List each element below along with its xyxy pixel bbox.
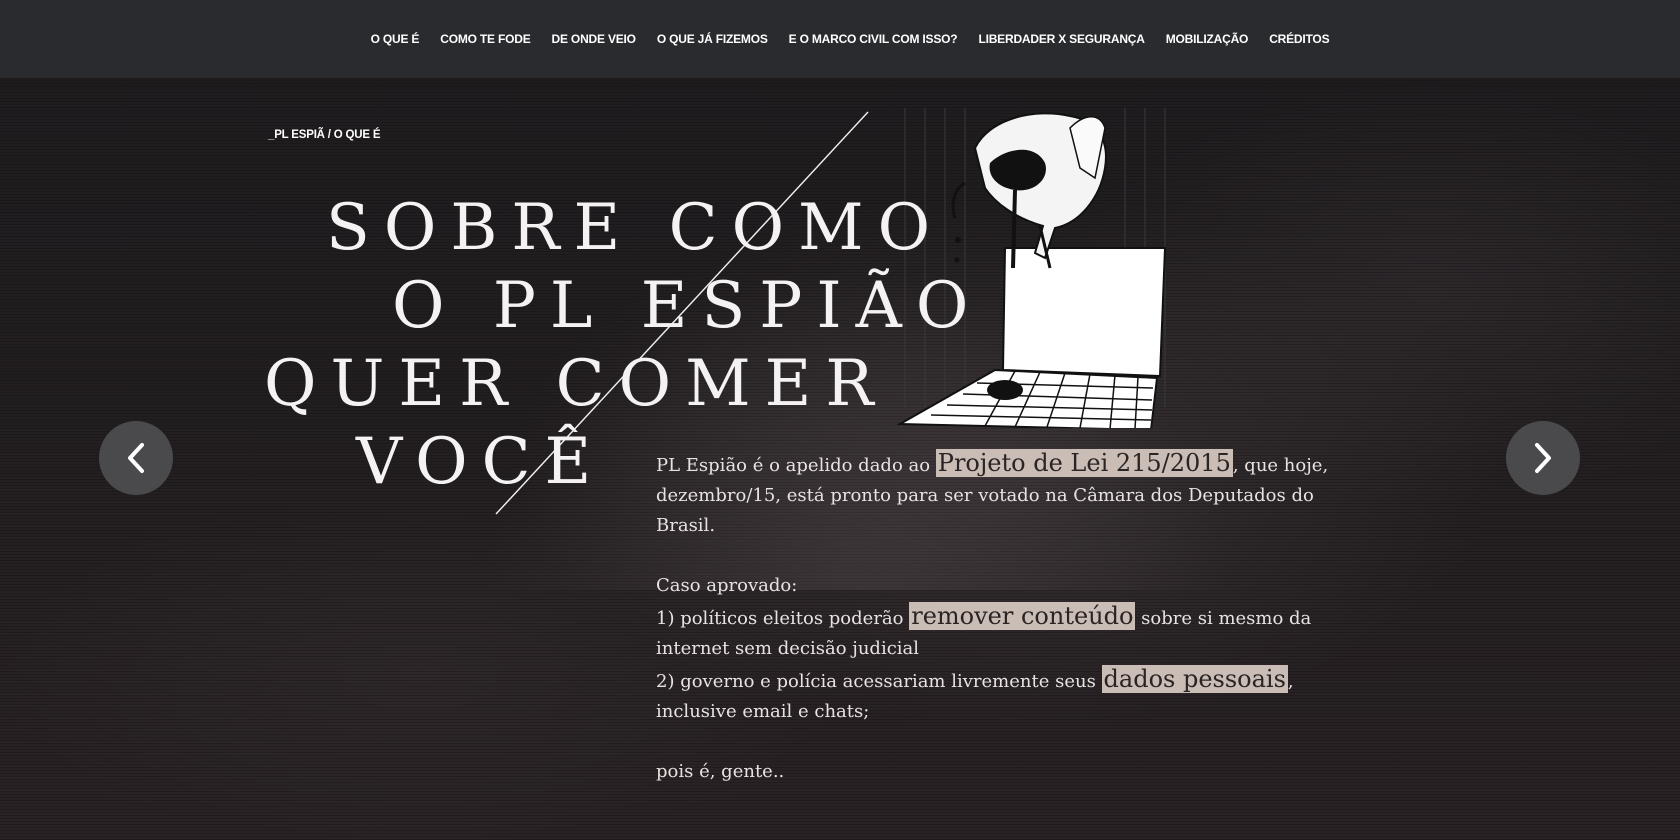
intro-text-a: PL Espião é o apelido dado ao	[656, 455, 936, 476]
next-slide-button[interactable]	[1506, 421, 1580, 495]
consequence-item-2: 2) governo e polícia acessariam livremen…	[656, 664, 1376, 727]
consequence-2-text-a: 2) governo e polícia acessariam livremen…	[656, 671, 1102, 692]
closing-line: pois é, gente..	[656, 761, 785, 782]
intro-text: PL Espião é o apelido dado ao Projeto de…	[656, 448, 1376, 787]
consequence-1-text-a: 1) políticos eleitos poderão	[656, 608, 910, 629]
chevron-right-icon	[1535, 443, 1551, 473]
highlight-remover-conteudo: remover conteúdo	[909, 602, 1136, 630]
previous-slide-button[interactable]	[99, 421, 173, 495]
highlight-projeto-de-lei: Projeto de Lei 215/2015	[935, 449, 1233, 477]
intro-paragraph: PL Espião é o apelido dado ao Projeto de…	[656, 448, 1376, 541]
chevron-left-icon	[128, 443, 144, 473]
consequence-item-1: 1) políticos eleitos poderão remover con…	[656, 601, 1376, 664]
highlight-dados-pessoais: dados pessoais	[1101, 665, 1288, 693]
consequences-title: Caso aprovado:	[656, 575, 798, 596]
